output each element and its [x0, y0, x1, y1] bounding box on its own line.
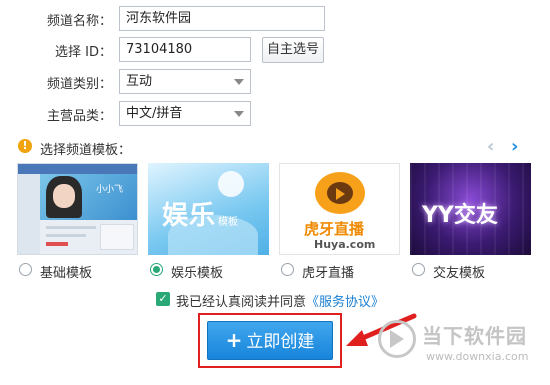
template-thumb-dating[interactable]: YY交友 — [410, 163, 531, 255]
self-pick-button[interactable]: 自主选号 — [262, 37, 324, 63]
next-arrow-icon[interactable]: › — [511, 136, 518, 157]
thumb-header-bar — [18, 164, 137, 174]
thumb-yy-text: YY交友 — [422, 203, 498, 228]
radio-basic-template[interactable] — [19, 263, 32, 276]
thumb-portrait-face — [53, 184, 75, 208]
chevron-down-icon — [234, 111, 244, 117]
template-thumb-huya[interactable]: 虎牙直播 Huya.com — [279, 163, 400, 255]
warning-icon: ! — [18, 139, 32, 153]
thumb-huya-url: Huya.com — [314, 238, 376, 251]
radio-huya-template[interactable] — [281, 263, 294, 276]
watermark-name: 当下软件园 — [422, 324, 527, 348]
radio-label-dating: 交友模板 — [433, 266, 486, 281]
service-agreement-link[interactable]: 《服务协议》 — [306, 295, 384, 310]
category-select-value: 互动 — [126, 74, 153, 89]
template-thumb-basic[interactable]: 小小飞 — [17, 163, 138, 255]
thumb-sidebar — [18, 174, 40, 254]
thumb-banner-text: 小小飞 — [96, 185, 124, 195]
main-category-select-value: 中文/拼音 — [126, 106, 183, 121]
watermark-url: www.downxia.com — [426, 350, 529, 363]
radio-label-entertainment: 娱乐模板 — [171, 266, 224, 281]
category-label: 频道类别： — [46, 77, 112, 92]
main-category-label: 主营品类： — [46, 109, 112, 124]
watermark-play-icon — [390, 330, 404, 348]
thumb-big-text: 娱乐 — [162, 201, 217, 231]
thumb-panel — [100, 224, 134, 250]
template-section-title: 选择频道模板： — [40, 143, 132, 158]
agreement-text-main: 我已经认真阅读并同意 — [176, 295, 307, 310]
channel-name-label: 频道名称： — [46, 14, 112, 29]
chevron-down-icon — [234, 79, 244, 85]
channel-name-input[interactable]: 河东软件园 — [119, 6, 325, 31]
radio-label-huya: 虎牙直播 — [302, 266, 355, 281]
thumb-line — [46, 242, 68, 246]
plus-icon: + — [225, 328, 243, 352]
thumb-huya-text: 虎牙直播 — [304, 220, 365, 238]
thumb-line — [46, 234, 86, 237]
select-id-label: 选择 ID： — [55, 45, 112, 60]
select-id-input[interactable]: 73104180 — [119, 37, 251, 62]
play-icon — [336, 188, 345, 200]
highlight-box: + 立即创建 — [198, 313, 342, 368]
agreement-text: 我已经认真阅读并同意《服务协议》 — [176, 291, 384, 310]
agree-checkbox[interactable]: ✓ — [156, 292, 170, 306]
radio-label-basic: 基础模板 — [40, 266, 93, 281]
category-select[interactable]: 互动 — [119, 69, 251, 94]
thumb-sub-text: 模板 — [218, 217, 238, 228]
create-now-label: 立即创建 — [246, 332, 315, 352]
radio-dating-template[interactable] — [412, 263, 425, 276]
thumb-line — [46, 226, 96, 229]
create-now-button[interactable]: + 立即创建 — [207, 321, 333, 360]
watermark: 当下软件园 www.downxia.com — [376, 312, 546, 377]
thumb-bubble — [218, 171, 244, 197]
radio-entertainment-template[interactable] — [150, 263, 163, 276]
template-thumb-entertainment[interactable]: 娱乐 模板 — [148, 163, 269, 255]
prev-arrow-icon[interactable]: ‹ — [487, 136, 494, 157]
main-category-select[interactable]: 中文/拼音 — [119, 101, 251, 126]
